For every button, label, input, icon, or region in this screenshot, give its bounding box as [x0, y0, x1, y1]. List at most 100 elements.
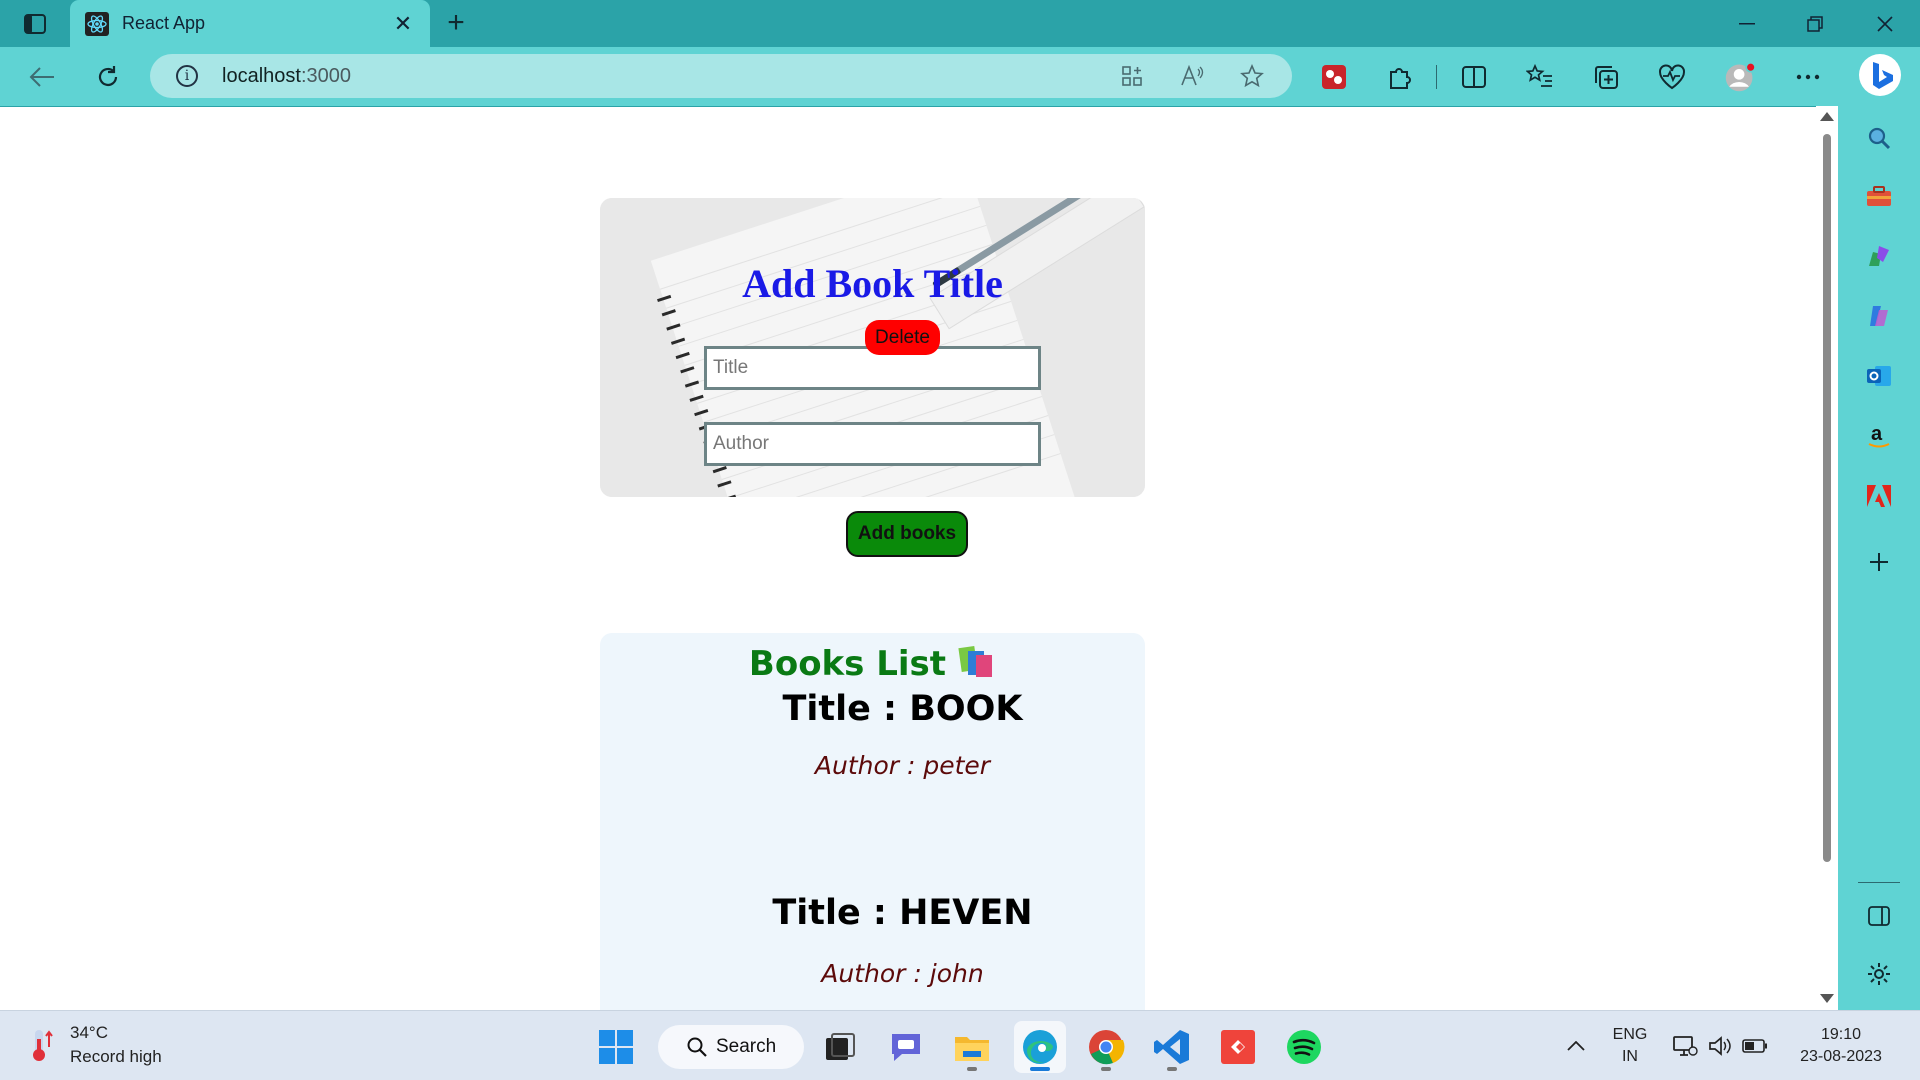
address-bar[interactable]: i localhost:3000	[150, 54, 1292, 98]
sidebar-copilot-icon[interactable]	[1863, 300, 1895, 332]
delete-button[interactable]: Delete	[865, 320, 940, 355]
start-button[interactable]	[590, 1021, 642, 1073]
book-title: Title : HEVEN	[772, 893, 1033, 933]
favorites-list-icon[interactable]	[1524, 61, 1556, 93]
bing-copilot-icon[interactable]	[1858, 53, 1902, 97]
file-explorer-button[interactable]	[946, 1021, 998, 1073]
weather-temperature: 34°C	[70, 1023, 108, 1042]
chrome-icon	[1089, 1030, 1125, 1065]
scroll-thumb[interactable]	[1823, 134, 1831, 862]
battery-icon	[1742, 1039, 1767, 1053]
vscode-icon	[1154, 1030, 1189, 1064]
tab-actions-icon	[24, 14, 46, 34]
active-indicator	[1030, 1067, 1050, 1071]
refresh-button[interactable]	[90, 59, 126, 95]
vscode-button[interactable]	[1146, 1021, 1198, 1073]
restore-button[interactable]	[1782, 0, 1848, 47]
spotify-button[interactable]	[1278, 1021, 1330, 1073]
books-emoji-icon	[956, 643, 996, 688]
read-aloud-icon[interactable]	[1178, 62, 1206, 90]
back-button[interactable]	[24, 59, 60, 95]
language-indicator[interactable]: ENG IN	[1602, 1011, 1658, 1080]
sidebar-outlook-icon[interactable]	[1863, 360, 1895, 392]
windows-logo-icon	[599, 1030, 633, 1064]
book-author: Author : peter	[814, 751, 991, 780]
sidebar-search-icon[interactable]	[1863, 122, 1895, 154]
minimize-button[interactable]	[1714, 0, 1780, 47]
volume-icon	[1709, 1036, 1731, 1056]
books-list-heading: Books List	[600, 643, 1145, 688]
clock[interactable]: 19:10 23-08-2023	[1786, 1011, 1896, 1080]
sidebar-add-icon[interactable]	[1863, 546, 1895, 578]
edge-icon	[1023, 1030, 1057, 1064]
chevron-up-icon	[1567, 1041, 1585, 1051]
collections-icon[interactable]	[1590, 61, 1622, 93]
close-window-button[interactable]	[1852, 0, 1918, 47]
minimize-icon	[1739, 22, 1755, 24]
profile-avatar-icon[interactable]	[1724, 61, 1756, 93]
running-indicator	[967, 1067, 977, 1071]
show-hidden-icons-button[interactable]	[1556, 1011, 1596, 1080]
tab-react-app[interactable]: React App ✕	[70, 0, 430, 47]
add-books-button[interactable]: Add books	[846, 511, 968, 557]
weather-widget[interactable]: 34°C Record high	[26, 1021, 162, 1069]
author-input[interactable]	[704, 422, 1041, 466]
app-available-icon[interactable]	[1118, 62, 1146, 90]
more-options-icon[interactable]	[1792, 61, 1824, 93]
edge-sidebar: a	[1838, 106, 1920, 1010]
favorite-star-icon[interactable]	[1238, 62, 1266, 90]
book-author: Author : john	[821, 959, 984, 988]
search-icon	[687, 1037, 707, 1057]
split-screen-icon[interactable]	[1458, 61, 1490, 93]
sidebar-amazon-icon[interactable]: a	[1863, 420, 1895, 452]
extension-red-icon[interactable]	[1318, 61, 1350, 93]
back-arrow-icon	[29, 67, 54, 87]
sidebar-games-icon[interactable]	[1863, 240, 1895, 272]
network-icon	[1673, 1036, 1698, 1056]
sidebar-tools-icon[interactable]	[1863, 180, 1895, 212]
system-tray-status[interactable]	[1670, 1011, 1770, 1080]
tab-actions-button[interactable]	[14, 9, 56, 39]
clock-date: 23-08-2023	[1800, 1048, 1882, 1065]
windows-taskbar: 34°C Record high Search ENG IN 19:10 23-…	[0, 1010, 1920, 1080]
tab-title: React App	[122, 13, 206, 33]
running-indicator	[1167, 1067, 1177, 1071]
folder-icon	[955, 1037, 989, 1061]
task-view-icon	[826, 1033, 855, 1060]
chrome-button[interactable]	[1080, 1021, 1132, 1073]
task-view-button[interactable]	[814, 1021, 866, 1073]
tab-close-icon[interactable]: ✕	[390, 12, 416, 35]
anydesk-button[interactable]	[1212, 1021, 1264, 1073]
refresh-icon	[98, 66, 118, 86]
url-text: localhost:3000	[222, 65, 351, 87]
search-label: Search	[716, 1036, 777, 1057]
page-scrollbar[interactable]	[1816, 106, 1836, 1010]
browser-essentials-icon[interactable]	[1656, 61, 1688, 93]
close-icon	[1877, 15, 1893, 32]
weather-description: Record high	[70, 1047, 162, 1066]
sidebar-settings-gear-icon[interactable]	[1863, 958, 1895, 990]
sidebar-adobe-icon[interactable]	[1863, 480, 1895, 512]
browser-toolbar: i localhost:3000	[0, 47, 1920, 106]
scroll-down-arrow-icon[interactable]	[1820, 994, 1834, 1003]
teams-chat-icon	[892, 1034, 920, 1061]
browser-tab-strip: React App ✕ +	[0, 0, 1920, 47]
anydesk-icon	[1221, 1030, 1255, 1064]
scroll-up-arrow-icon[interactable]	[1820, 112, 1834, 121]
language-code: ENG	[1612, 1026, 1648, 1043]
page-viewport: Add Book Title Add books Books List Titl…	[0, 106, 1836, 1010]
site-info-icon[interactable]: i	[176, 65, 198, 87]
extensions-puzzle-icon[interactable]	[1384, 61, 1416, 93]
taskbar-search[interactable]: Search	[658, 1025, 804, 1069]
sidebar-toggle-panel-icon[interactable]	[1863, 900, 1895, 932]
svg-text:a: a	[1871, 423, 1883, 445]
thermometer-icon	[33, 1030, 53, 1061]
sidebar-divider	[1858, 882, 1900, 883]
running-indicator	[1101, 1067, 1111, 1071]
teams-chat-button[interactable]	[880, 1021, 932, 1073]
edge-button[interactable]	[1014, 1021, 1066, 1073]
restore-icon	[1807, 15, 1823, 32]
book-title: Title : BOOK	[782, 689, 1023, 729]
new-tab-button[interactable]: +	[440, 8, 472, 40]
form-heading: Add Book Title	[742, 261, 1003, 306]
